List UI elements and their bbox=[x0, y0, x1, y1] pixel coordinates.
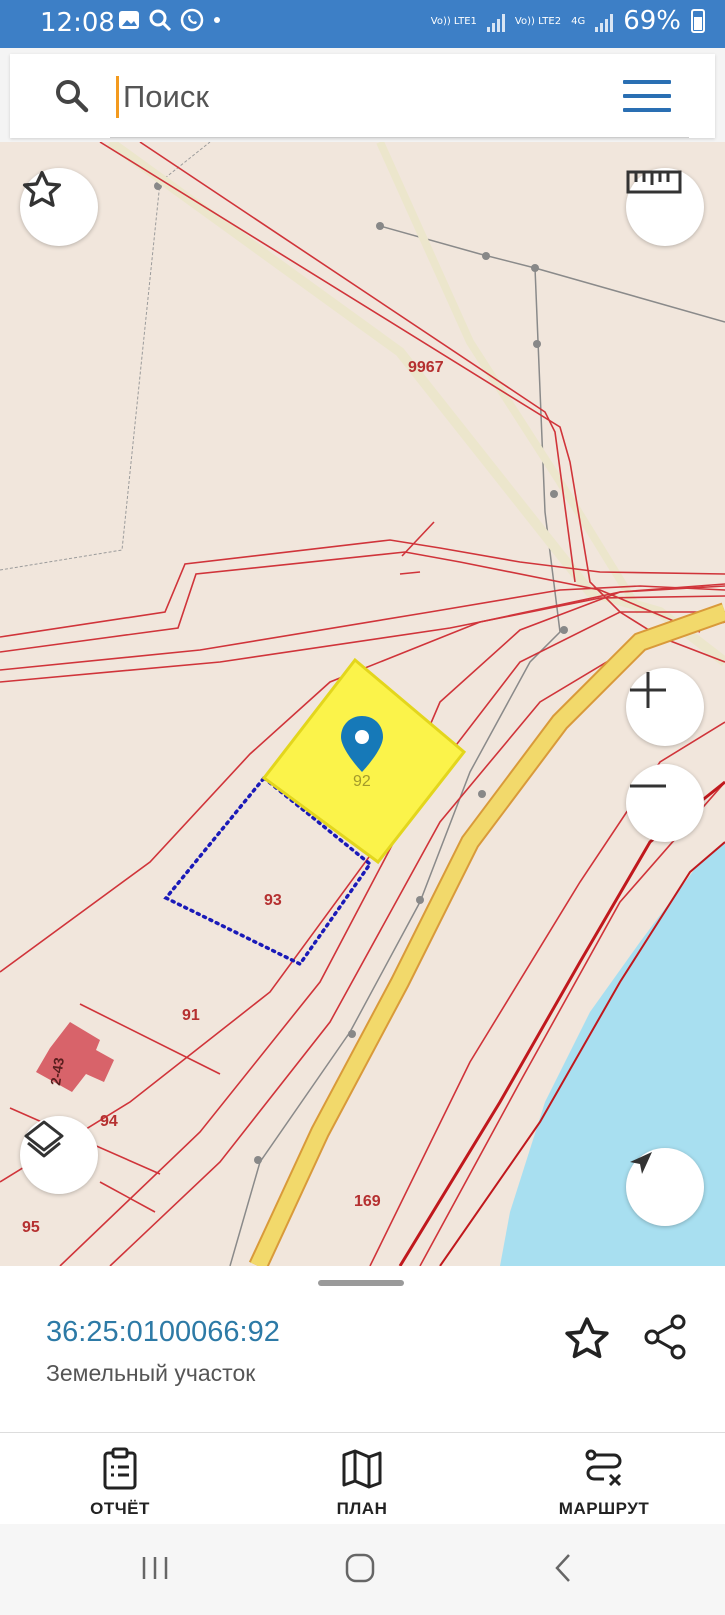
map-label-95: 95 bbox=[22, 1219, 40, 1236]
recent-apps-button[interactable] bbox=[120, 1546, 190, 1590]
battery-icon bbox=[691, 9, 705, 33]
recent-apps-icon bbox=[142, 1557, 168, 1579]
map-canvas: 9967 92 93 91 94 2-43 95 169 bbox=[0, 142, 725, 1266]
search-notification-icon bbox=[149, 9, 172, 32]
share-icon[interactable] bbox=[640, 1312, 690, 1362]
home-button[interactable] bbox=[325, 1546, 395, 1590]
navigation-arrow-icon bbox=[630, 1152, 652, 1174]
bottom-tab-bar: ОТЧЁТ ПЛАН МАРШРУТ bbox=[0, 1432, 725, 1525]
zoom-in-button[interactable] bbox=[626, 668, 704, 746]
favorite-map-button[interactable] bbox=[20, 168, 98, 246]
tab-report-label: ОТЧЁТ bbox=[90, 1499, 150, 1518]
notification-icons bbox=[118, 8, 222, 32]
tab-route[interactable]: МАРШРУТ bbox=[529, 1447, 679, 1519]
star-icon bbox=[22, 170, 62, 207]
route-icon bbox=[585, 1449, 622, 1487]
back-chevron-icon bbox=[555, 1554, 570, 1582]
map-label-91: 91 bbox=[182, 1007, 200, 1024]
status-bar: 12:08 Vo)) LTE1 Vo)) LTE2 4G 69% bbox=[0, 0, 725, 48]
tab-route-label: МАРШРУТ bbox=[558, 1499, 650, 1518]
map-view[interactable]: 9967 92 93 91 94 2-43 95 169 bbox=[0, 142, 725, 1266]
my-location-button[interactable] bbox=[626, 1148, 704, 1226]
zoom-out-button[interactable] bbox=[626, 764, 704, 842]
hamburger-menu-icon[interactable] bbox=[623, 80, 671, 114]
gallery-icon bbox=[119, 11, 139, 29]
map-label-169: 169 bbox=[354, 1193, 381, 1210]
report-clipboard-icon bbox=[103, 1447, 137, 1490]
home-icon bbox=[345, 1553, 375, 1583]
layers-icon bbox=[24, 1120, 64, 1158]
map-label-94: 94 bbox=[100, 1113, 118, 1130]
sheet-drag-handle[interactable] bbox=[318, 1280, 404, 1286]
back-button[interactable] bbox=[528, 1546, 598, 1590]
network-type: 4G bbox=[571, 15, 586, 27]
search-bar bbox=[10, 54, 715, 138]
zoom-out-icon bbox=[630, 784, 666, 788]
parcel-type: Земельный участок bbox=[46, 1360, 256, 1386]
cadastral-number[interactable]: 36:25:0100066:92 bbox=[46, 1316, 280, 1349]
ruler-icon bbox=[626, 170, 682, 194]
dot-icon bbox=[214, 17, 220, 23]
layers-button[interactable] bbox=[20, 1116, 98, 1194]
search-input[interactable] bbox=[116, 76, 605, 118]
tab-report[interactable]: ОТЧЁТ bbox=[45, 1447, 195, 1519]
search-icon[interactable] bbox=[52, 76, 92, 116]
map-label-92: 92 bbox=[353, 773, 371, 790]
map-plan-icon bbox=[342, 1449, 382, 1489]
zoom-in-icon bbox=[630, 672, 666, 708]
status-time: 12:08 bbox=[40, 8, 115, 38]
measure-button[interactable] bbox=[626, 168, 704, 246]
signal-bars-1 bbox=[486, 10, 505, 32]
favorite-star-icon[interactable] bbox=[562, 1314, 612, 1364]
map-label-9967: 9967 bbox=[408, 359, 444, 376]
parcel-info-sheet[interactable]: 36:25:0100066:92 Земельный участок bbox=[0, 1266, 725, 1432]
map-label-93: 93 bbox=[264, 892, 282, 909]
search-underline bbox=[110, 137, 689, 138]
sim2-indicator: Vo)) LTE2 bbox=[514, 15, 562, 27]
battery-percent: 69% bbox=[623, 6, 681, 36]
tab-plan[interactable]: ПЛАН bbox=[287, 1447, 437, 1519]
whatsapp-icon bbox=[180, 8, 204, 32]
sim1-indicator: Vo)) LTE1 bbox=[430, 15, 477, 27]
system-navigation-bar bbox=[0, 1524, 725, 1615]
signal-bars-2 bbox=[595, 10, 614, 32]
tab-plan-label: ПЛАН bbox=[336, 1499, 388, 1518]
